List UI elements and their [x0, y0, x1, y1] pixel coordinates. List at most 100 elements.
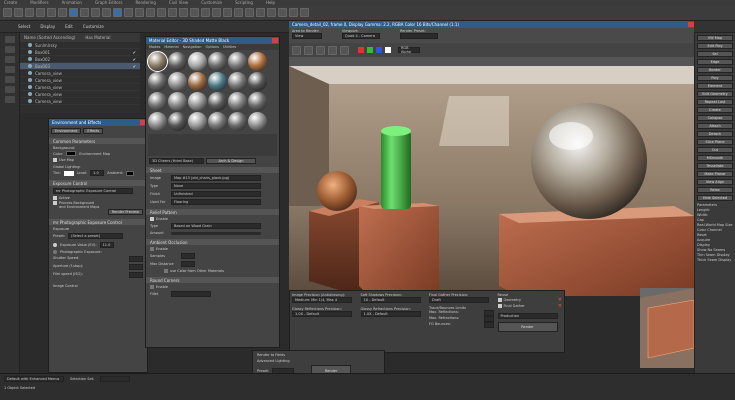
command-panel-item[interactable]: Edit Geometry: [697, 91, 733, 97]
render-frame-titlebar[interactable]: Camera_detail_02, frame 0, Display Gamma…: [289, 21, 694, 28]
scene-row[interactable]: Camera_view: [20, 84, 140, 91]
menu-navigation[interactable]: Navigation: [183, 45, 202, 49]
material-sample-slot[interactable]: [248, 72, 267, 91]
command-panel-item[interactable]: VW Map: [697, 35, 733, 41]
preset-dropdown[interactable]: (Select a preset): [68, 233, 124, 239]
move-icon[interactable]: [113, 8, 122, 17]
column-has-material[interactable]: Has Material: [85, 35, 110, 40]
render-button[interactable]: Render: [497, 322, 558, 332]
command-panel-item[interactable]: Poly: [697, 75, 733, 81]
bg-color-swatch[interactable]: [66, 151, 77, 156]
shutter-input[interactable]: [129, 256, 143, 262]
ev-radio[interactable]: [53, 243, 57, 247]
render-preview-button[interactable]: Render Preview: [107, 209, 143, 215]
lock-icon[interactable]: [497, 298, 502, 302]
material-sample-slot[interactable]: [248, 92, 267, 111]
clone-frame-icon[interactable]: [316, 45, 325, 55]
command-panel-item[interactable]: Attach: [697, 123, 733, 129]
final-gather-clear-icon[interactable]: ✕: [558, 303, 562, 309]
material-name-input[interactable]: 3D Cheers (Hdmi Base): [149, 158, 204, 164]
material-sample-slot[interactable]: [188, 52, 207, 71]
command-panel-acquire[interactable]: Acquire: [697, 238, 733, 242]
eye-icon[interactable]: [28, 57, 32, 61]
channel-dropdown[interactable]: RGB Alpha: [398, 46, 420, 54]
schematic-icon[interactable]: [256, 8, 265, 17]
tab-display[interactable]: Display: [40, 24, 55, 29]
material-sample-slot[interactable]: [208, 92, 227, 111]
blue-channel-icon[interactable]: [376, 47, 382, 53]
display-spacewarps-icon[interactable]: [5, 96, 15, 103]
film-iso-input[interactable]: [129, 272, 143, 278]
clear-icon[interactable]: [340, 45, 349, 55]
production-dropdown[interactable]: Production: [497, 313, 558, 319]
material-sample-slot[interactable]: [228, 112, 247, 131]
image-map-button[interactable]: Map #13 (old_chairs_plank.jpg): [171, 175, 261, 181]
active-checkbox[interactable]: [53, 196, 57, 200]
final-gather-dropdown[interactable]: Draft: [429, 297, 489, 303]
type-dropdown[interactable]: None: [171, 183, 261, 189]
display-cameras-icon[interactable]: [5, 76, 15, 83]
alpha-icon[interactable]: [385, 47, 391, 53]
command-panel-item[interactable]: Cut: [697, 147, 733, 153]
filter-icon[interactable]: [58, 8, 67, 17]
display-none-icon[interactable]: [5, 36, 15, 43]
env-titlebar[interactable]: Environment and Effects: [49, 119, 147, 126]
material-sample-slot[interactable]: [148, 112, 167, 131]
samples-input[interactable]: [181, 253, 195, 259]
print-icon[interactable]: [328, 45, 337, 55]
round-enable-checkbox[interactable]: [150, 285, 154, 289]
unlink-icon[interactable]: [36, 8, 45, 17]
material-sample-slot[interactable]: [188, 72, 207, 91]
material-sample-slot[interactable]: [168, 112, 187, 131]
scene-row[interactable]: Box001 ✔: [20, 49, 140, 56]
menu-options[interactable]: Options: [205, 45, 219, 49]
command-panel-item[interactable]: View Align: [697, 179, 733, 185]
material-sample-slot[interactable]: [188, 92, 207, 111]
placement-icon[interactable]: [146, 8, 155, 17]
material-sample-slot[interactable]: [228, 92, 247, 111]
menu-utilities[interactable]: Utilities: [223, 45, 236, 49]
close-icon[interactable]: [688, 22, 694, 27]
command-panel-item[interactable]: Tessellate: [697, 163, 733, 169]
fillet-input[interactable]: [171, 291, 211, 297]
region-icon[interactable]: [91, 8, 100, 17]
select-by-name-icon[interactable]: [80, 8, 89, 17]
render-icon[interactable]: [300, 8, 309, 17]
pivot-icon[interactable]: [157, 8, 166, 17]
tab-effects[interactable]: Effects: [83, 128, 104, 134]
display-helpers-icon[interactable]: [5, 86, 15, 93]
render-preset-dropdown[interactable]: [400, 33, 438, 39]
command-panel-item[interactable]: Collapse: [697, 115, 733, 121]
material-sample-slot[interactable]: [168, 92, 187, 111]
eye-icon[interactable]: [28, 64, 32, 68]
scene-row[interactable]: Camera_view: [20, 91, 140, 98]
menu-modes[interactable]: Modes: [149, 45, 160, 49]
material-editor-icon[interactable]: [267, 8, 276, 17]
material-sample-slot[interactable]: [188, 112, 207, 131]
curve-editor-icon[interactable]: [245, 8, 254, 17]
tab-customize[interactable]: Customize: [83, 24, 104, 29]
command-panel-item[interactable]: Make Planar: [697, 171, 733, 177]
workspace-dropdown[interactable]: Default with Enhanced Menus: [4, 376, 64, 382]
eye-icon[interactable]: [28, 71, 32, 75]
copy-image-icon[interactable]: [304, 45, 313, 55]
select-icon[interactable]: [69, 8, 78, 17]
link-icon[interactable]: [25, 8, 34, 17]
layer-icon[interactable]: [234, 8, 243, 17]
material-sample-slot[interactable]: [228, 52, 247, 71]
tint-swatch[interactable]: [63, 170, 74, 176]
display-geometry-icon[interactable]: [5, 46, 15, 53]
ao-enable-checkbox[interactable]: [150, 247, 154, 251]
display-lights-icon[interactable]: [5, 66, 15, 73]
scene-row[interactable]: Box002 ✔: [20, 56, 140, 63]
command-panel-item[interactable]: Border: [697, 67, 733, 73]
menu-material[interactable]: Material: [164, 45, 178, 49]
column-name[interactable]: Name (Sorted Ascending): [24, 35, 75, 40]
spinner-snap-icon[interactable]: [201, 8, 210, 17]
green-channel-icon[interactable]: [367, 47, 373, 53]
photographic-radio[interactable]: [53, 250, 57, 254]
snap-icon[interactable]: [168, 8, 177, 17]
scene-row[interactable]: Camera_view: [20, 98, 140, 105]
command-panel-item[interactable]: Detach: [697, 131, 733, 137]
red-channel-icon[interactable]: [358, 47, 364, 53]
